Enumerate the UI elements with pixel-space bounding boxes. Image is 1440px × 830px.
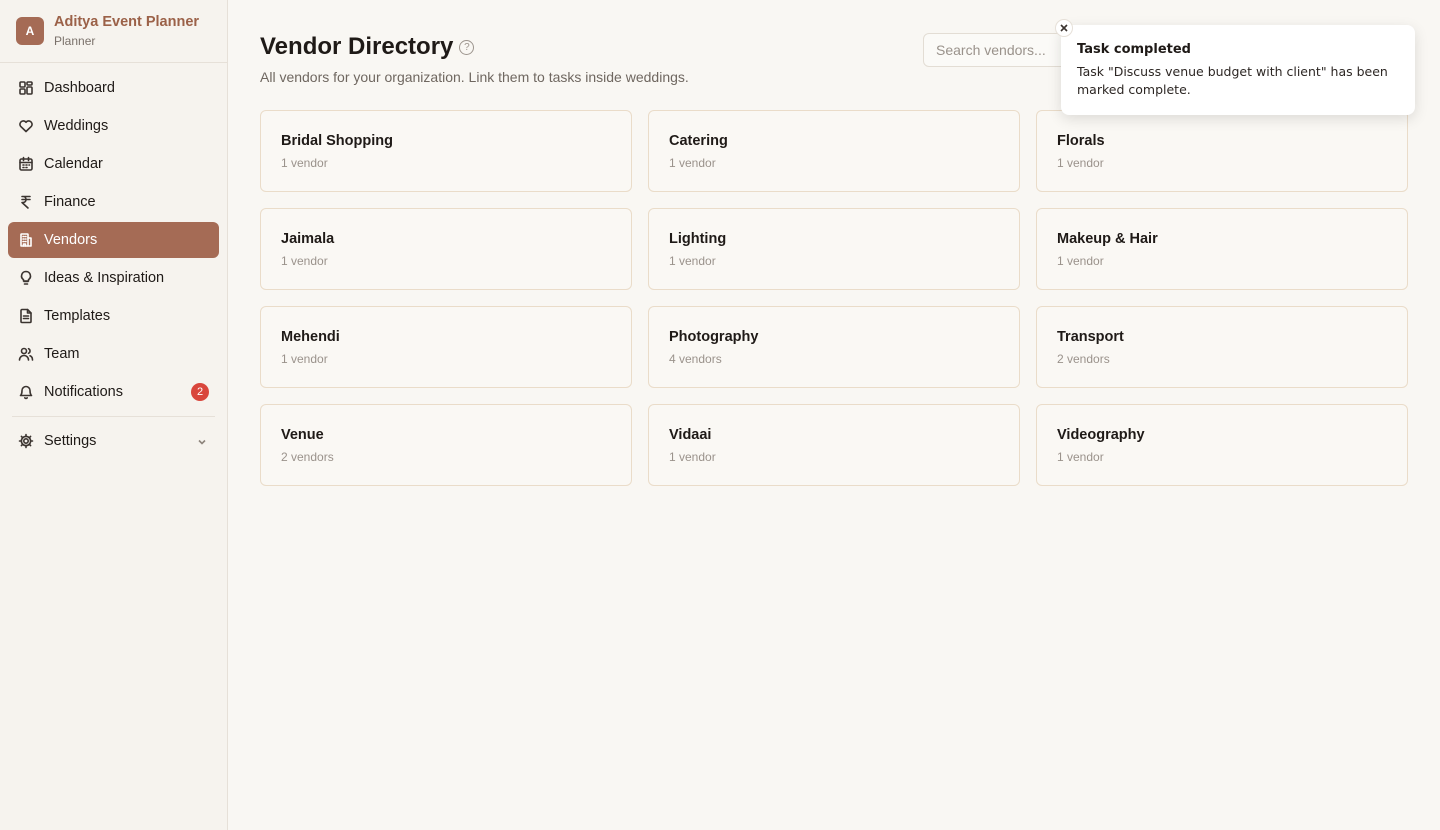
sidebar-item-dashboard[interactable]: Dashboard [8, 70, 219, 106]
category-card-photography[interactable]: Photography 4 vendors [648, 306, 1020, 388]
sidebar-item-label: Settings [44, 433, 97, 449]
page-subtitle: All vendors for your organization. Link … [260, 69, 689, 85]
category-name: Vidaai [669, 427, 712, 443]
page-header: Vendor Directory ? All vendors for your … [260, 33, 689, 85]
category-name: Florals [1057, 133, 1105, 149]
sidebar-item-settings[interactable]: Settings [8, 423, 219, 459]
vendor-count: 2 vendors [1057, 352, 1110, 366]
org-avatar: A [16, 17, 44, 45]
vendor-count: 4 vendors [669, 352, 722, 366]
sidebar-divider [12, 416, 215, 417]
category-name: Videography [1057, 427, 1145, 443]
vendor-count: 1 vendor [281, 254, 328, 268]
sidebar-item-label: Ideas & Inspiration [44, 270, 165, 286]
users-icon [18, 346, 34, 362]
category-card-transport[interactable]: Transport 2 vendors [1036, 306, 1408, 388]
category-name: Mehendi [281, 329, 340, 345]
vendor-count: 2 vendors [281, 450, 334, 464]
sidebar-item-finance[interactable]: Finance [8, 184, 219, 220]
sidebar-item-team[interactable]: Team [8, 336, 219, 372]
sidebar-item-label: Weddings [44, 118, 109, 134]
category-card-vidaai[interactable]: Vidaai 1 vendor [648, 404, 1020, 486]
category-card-florals[interactable]: Florals 1 vendor [1036, 110, 1408, 192]
grid-icon [18, 80, 34, 96]
category-card-venue[interactable]: Venue 2 vendors [260, 404, 632, 486]
rupee-icon [18, 194, 34, 210]
sidebar-item-label: Vendors [44, 232, 98, 248]
category-name: Photography [669, 329, 759, 345]
category-name: Lighting [669, 231, 727, 247]
sidebar-item-label: Templates [44, 308, 111, 324]
user-role: Planner [54, 34, 96, 48]
sidebar-item-label: Team [44, 346, 80, 362]
vendor-category-grid: Bridal Shopping 1 vendor Catering 1 vend… [260, 110, 1408, 486]
main-content: Vendor Directory ? All vendors for your … [228, 0, 1440, 830]
org-name: Aditya Event Planner [54, 14, 200, 30]
page-title: Vendor Directory [260, 33, 454, 60]
gear-icon [18, 433, 34, 449]
toast-title: Task completed [1077, 42, 1191, 57]
sidebar-item-label: Finance [44, 194, 96, 210]
bell-icon [18, 384, 34, 400]
brand-text: Aditya Event Planner Planner [54, 13, 199, 49]
sidebar-item-notifications[interactable]: Notifications 2 [8, 374, 219, 410]
sidebar-item-weddings[interactable]: Weddings [8, 108, 219, 144]
toast-close-button[interactable] [1055, 19, 1073, 37]
brand-header[interactable]: A Aditya Event Planner Planner [0, 0, 227, 63]
lightbulb-icon [18, 270, 34, 286]
category-name: Makeup & Hair [1057, 231, 1158, 247]
vendor-count: 1 vendor [1057, 450, 1104, 464]
vendor-count: 1 vendor [669, 254, 716, 268]
category-card-makeup-hair[interactable]: Makeup & Hair 1 vendor [1036, 208, 1408, 290]
building-icon [18, 232, 34, 248]
vendor-count: 1 vendor [281, 156, 328, 170]
sidebar: A Aditya Event Planner Planner Dashboard… [0, 0, 228, 830]
sidebar-item-label: Notifications [44, 384, 123, 400]
sidebar-item-vendors[interactable]: Vendors [8, 222, 219, 258]
sidebar-item-templates[interactable]: Templates [8, 298, 219, 334]
search-input[interactable] [923, 33, 1068, 67]
vendor-count: 1 vendor [1057, 254, 1104, 268]
category-card-lighting[interactable]: Lighting 1 vendor [648, 208, 1020, 290]
sidebar-nav: Dashboard Weddings Calendar Finance Vend… [0, 63, 227, 459]
app-root: A Aditya Event Planner Planner Dashboard… [0, 0, 1440, 830]
vendor-count: 1 vendor [669, 450, 716, 464]
category-card-bridal-shopping[interactable]: Bridal Shopping 1 vendor [260, 110, 632, 192]
category-card-catering[interactable]: Catering 1 vendor [648, 110, 1020, 192]
document-icon [18, 308, 34, 324]
vendor-count: 1 vendor [1057, 156, 1104, 170]
category-card-mehendi[interactable]: Mehendi 1 vendor [260, 306, 632, 388]
chevron-down-icon [197, 435, 207, 445]
calendar-icon [18, 156, 34, 172]
category-name: Catering [669, 133, 728, 149]
category-card-jaimala[interactable]: Jaimala 1 vendor [260, 208, 632, 290]
category-name: Bridal Shopping [281, 133, 393, 149]
notification-count-badge: 2 [191, 383, 209, 401]
category-name: Jaimala [281, 231, 335, 247]
heart-icon [18, 118, 34, 134]
sidebar-item-calendar[interactable]: Calendar [8, 146, 219, 182]
category-card-videography[interactable]: Videography 1 vendor [1036, 404, 1408, 486]
category-name: Venue [281, 427, 324, 443]
sidebar-item-label: Dashboard [44, 80, 115, 96]
toast-notification: Task completed Task "Discuss venue budge… [1055, 19, 1415, 115]
sidebar-item-ideas[interactable]: Ideas & Inspiration [8, 260, 219, 296]
vendor-count: 1 vendor [281, 352, 328, 366]
help-icon[interactable]: ? [459, 39, 475, 55]
vendor-count: 1 vendor [669, 156, 716, 170]
sidebar-item-label: Calendar [44, 156, 103, 172]
toast-description: Task "Discuss venue budget with client" … [1077, 64, 1388, 97]
close-icon [1060, 24, 1068, 32]
category-name: Transport [1057, 329, 1124, 345]
title-row: Vendor Directory ? [260, 33, 689, 61]
